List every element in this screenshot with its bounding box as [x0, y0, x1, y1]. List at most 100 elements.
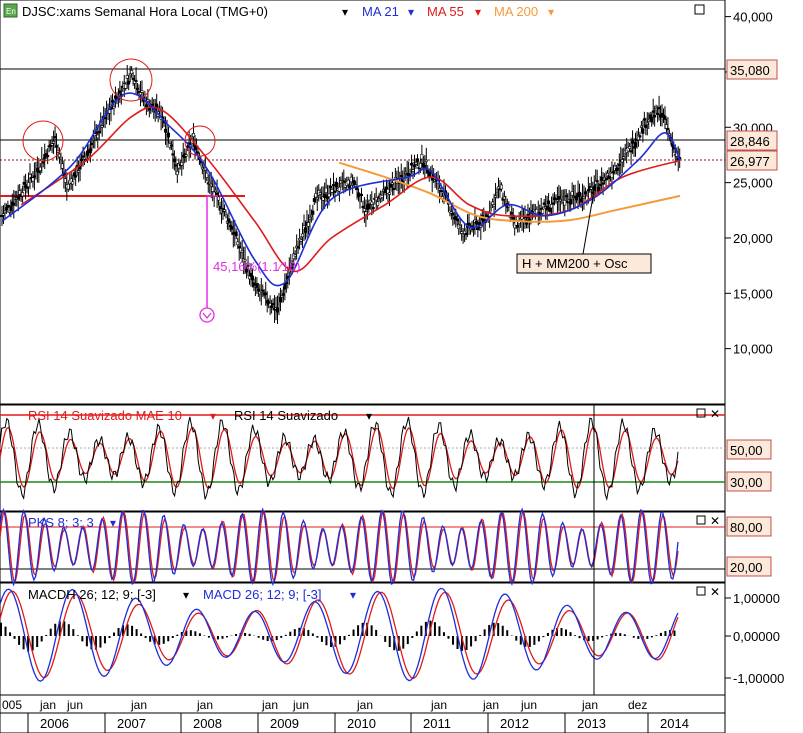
price-candle-body [414, 162, 418, 165]
legend-ma200[interactable]: MA 200 [494, 4, 538, 19]
legend-ma55[interactable]: MA 55 [427, 4, 464, 19]
price-candle-body [558, 199, 562, 202]
price-candle-body [330, 189, 334, 193]
price-candle-body [22, 181, 26, 185]
price-candle-body [331, 184, 335, 187]
price-candle-body [278, 296, 282, 303]
price-label-28846: 28,846 [726, 130, 778, 151]
macd-hist-bar [632, 636, 635, 638]
x-month-label: jan [261, 698, 278, 712]
macd-hist-bar [144, 636, 147, 638]
svg-text:En: En [6, 7, 16, 16]
macd-hist-bar [189, 630, 192, 636]
drop-arrow-icon [199, 307, 215, 323]
price-candle-body [84, 156, 88, 159]
price-candle-body [315, 197, 319, 200]
x-year-label: 2009 [270, 716, 299, 731]
price-candle-body [617, 163, 621, 166]
price-y-tick: 15,000 [733, 286, 773, 301]
price-candle-body [370, 201, 374, 205]
stoch-close-icon[interactable]: ✕ [710, 514, 720, 528]
macd-hist-bar [54, 623, 57, 636]
macd-hist-bar [280, 636, 283, 638]
macd-hist-bar [388, 636, 391, 648]
macdh-title: MACDH 26; 12; 9; [-3] [28, 587, 156, 602]
macd-hist-bar [587, 636, 590, 642]
price-candle-body [236, 241, 240, 246]
macd-hist-bar [9, 632, 12, 636]
macd-hist-bar [574, 635, 577, 636]
macd-hist-bar [176, 634, 179, 636]
stoch-label-80: 80,00 [726, 516, 772, 537]
macd-hist-bar [311, 633, 314, 636]
macd-close-icon[interactable]: ✕ [710, 585, 720, 599]
macd-hist-bar [659, 632, 662, 636]
price-candle-body [192, 133, 196, 138]
macd-hist-bar [637, 636, 640, 639]
svg-text:26,977: 26,977 [730, 154, 770, 169]
price-candle-body [56, 150, 60, 153]
macd-hist-bar [402, 636, 405, 649]
x-month-label: jan [482, 698, 499, 712]
svg-text:▾: ▾ [350, 588, 356, 602]
macd-hist-bar [257, 636, 260, 638]
price-candle-body [451, 212, 455, 216]
price-candle-body [31, 177, 35, 182]
price-candle-body [399, 175, 403, 178]
macd-hist-bar [465, 636, 468, 650]
price-candle-body [38, 166, 42, 171]
price-candle-body [312, 198, 316, 203]
price-candle-body [240, 250, 244, 253]
svg-text:80,00: 80,00 [730, 520, 763, 535]
price-candle-body [16, 196, 20, 200]
macd-hist-bar [194, 631, 197, 636]
macd-y-axis: 1,00000 0,00000 -1,00000 [725, 591, 784, 686]
price-candle-body [270, 305, 274, 308]
rsi-close-icon[interactable]: ✕ [710, 407, 720, 421]
price-candle-body [510, 212, 514, 215]
price-y-tick: 25,000 [733, 176, 773, 191]
price-candle-body [293, 254, 297, 257]
price-candle-body [346, 179, 350, 185]
price-candle-body [411, 169, 415, 172]
price-candle-body [9, 205, 13, 212]
price-candle-body [71, 181, 75, 185]
price-candle-body [234, 231, 238, 237]
price-candle-body [96, 134, 100, 139]
legend-ma21[interactable]: MA 21 [362, 4, 399, 19]
price-candle-body [280, 295, 284, 298]
price-y-tick: 10,000 [733, 342, 773, 357]
price-candle-body [570, 191, 574, 196]
macd-hist-bar [497, 623, 500, 636]
macd-hist-bar [515, 636, 518, 641]
price-candle-body [357, 192, 361, 198]
price-candle-body [474, 220, 478, 225]
macd-hist-bar [198, 633, 201, 636]
price-candle-body [542, 202, 546, 205]
price-candle-body [184, 154, 188, 157]
macd-hist-bar [447, 636, 450, 639]
macd-hist-bar [171, 636, 174, 639]
price-candle-body [214, 189, 218, 192]
macd-hist-bar [293, 629, 296, 636]
macd-hist-bar [646, 636, 649, 639]
x-month-label: jan [581, 698, 598, 712]
macd-hist-bar [22, 636, 25, 650]
macd-hist-bar [470, 636, 473, 647]
macd-hist-bar [370, 625, 373, 636]
macd-hist-bar [533, 636, 536, 645]
price-candle-body [97, 131, 101, 134]
macd-hist-bar [619, 633, 622, 636]
price-candle-body [77, 170, 81, 173]
price-candle-body [491, 201, 495, 205]
macd-hist-bar [339, 636, 341, 645]
price-candle-body [271, 303, 275, 306]
price-candle-body [215, 192, 219, 195]
price-candle-body [392, 187, 396, 191]
price-candle-body [650, 116, 654, 123]
price-candle-body [124, 83, 128, 89]
price-candle-body [651, 110, 655, 113]
price-candle-body [601, 182, 605, 185]
price-candle-body [582, 196, 586, 199]
price-candle-body [507, 205, 511, 208]
